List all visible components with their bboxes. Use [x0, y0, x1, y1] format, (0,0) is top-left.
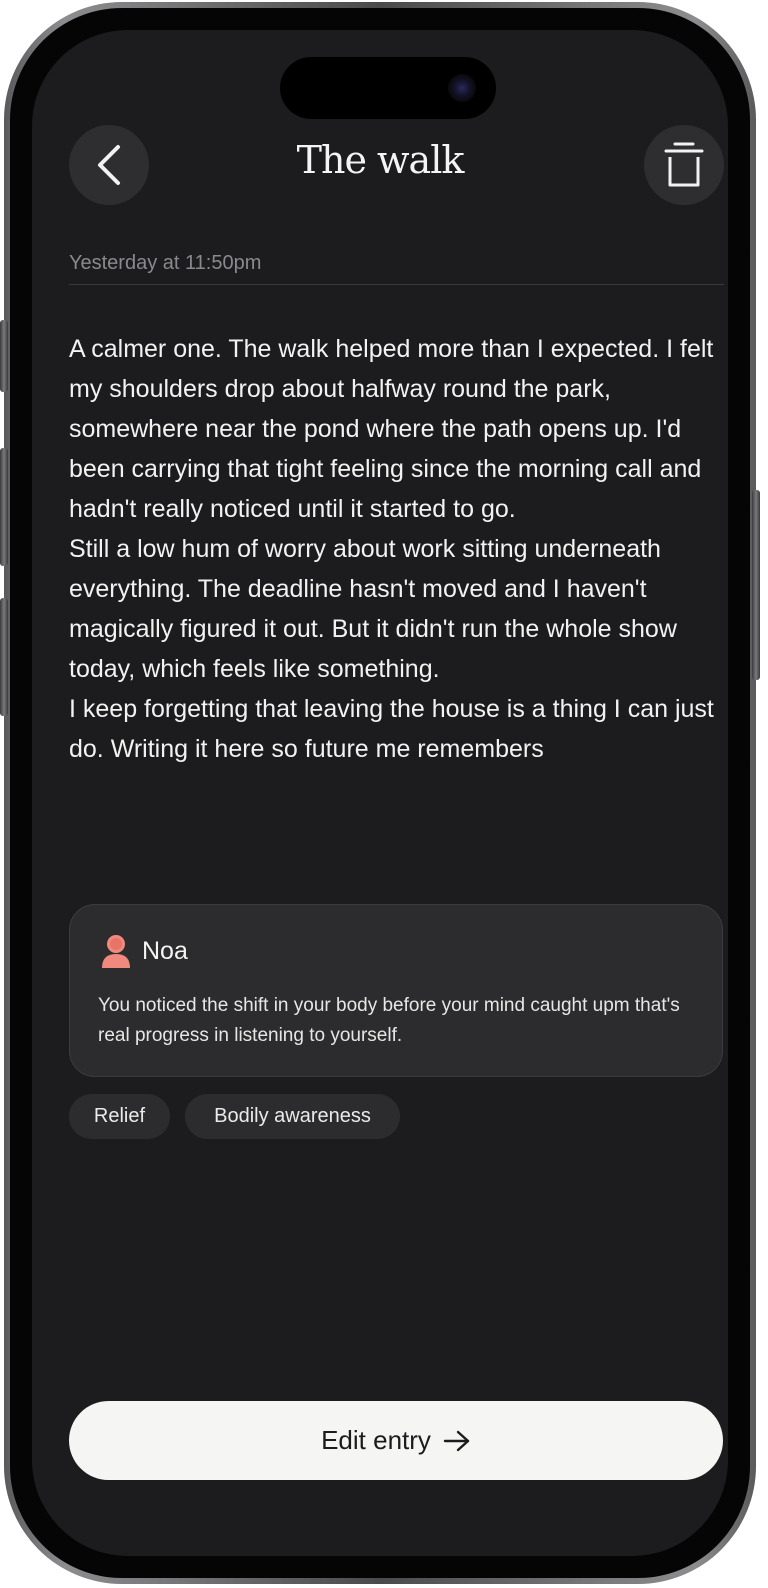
- bezel: The walk Yesterday at 11:50pm A calmer o…: [10, 8, 750, 1578]
- companion-reflection-card: Noa You noticed the shift in your body b…: [69, 904, 723, 1077]
- phone-frame: The walk Yesterday at 11:50pm A calmer o…: [0, 2, 760, 1584]
- avatar-icon: [102, 935, 130, 968]
- volume-down-button: [0, 598, 8, 716]
- companion-header: Noa: [100, 933, 188, 969]
- page-title: The walk: [296, 138, 465, 182]
- companion-message: You noticed the shift in your body befor…: [98, 995, 680, 1046]
- delete-button[interactable]: [644, 125, 724, 205]
- entry-body: A calmer one. The walk helped more than …: [69, 329, 728, 769]
- power-button: [752, 490, 760, 680]
- edit-entry-button[interactable]: Edit entry: [69, 1401, 723, 1480]
- arrow-right-icon: [443, 1430, 471, 1452]
- entry-timestamp: Yesterday at 11:50pm: [69, 252, 262, 274]
- entry-paragraph: Still a low hum of worry about work sitt…: [69, 535, 677, 683]
- divider: [69, 284, 724, 285]
- tag-chip[interactable]: Bodily awareness: [185, 1094, 400, 1139]
- companion-name: Noa: [142, 936, 188, 965]
- camera-icon: [448, 74, 476, 102]
- entry-paragraph: A calmer one. The walk helped more than …: [69, 335, 714, 523]
- action-button: [0, 320, 8, 392]
- edit-entry-label: Edit entry: [321, 1425, 431, 1455]
- trash-icon: [664, 142, 704, 187]
- entry-paragraph: I keep forgetting that leaving the house…: [69, 695, 714, 763]
- volume-up-button: [0, 448, 8, 566]
- screen: The walk Yesterday at 11:50pm A calmer o…: [32, 30, 728, 1556]
- tag-chip[interactable]: Relief: [69, 1094, 170, 1139]
- dynamic-island: [280, 57, 496, 119]
